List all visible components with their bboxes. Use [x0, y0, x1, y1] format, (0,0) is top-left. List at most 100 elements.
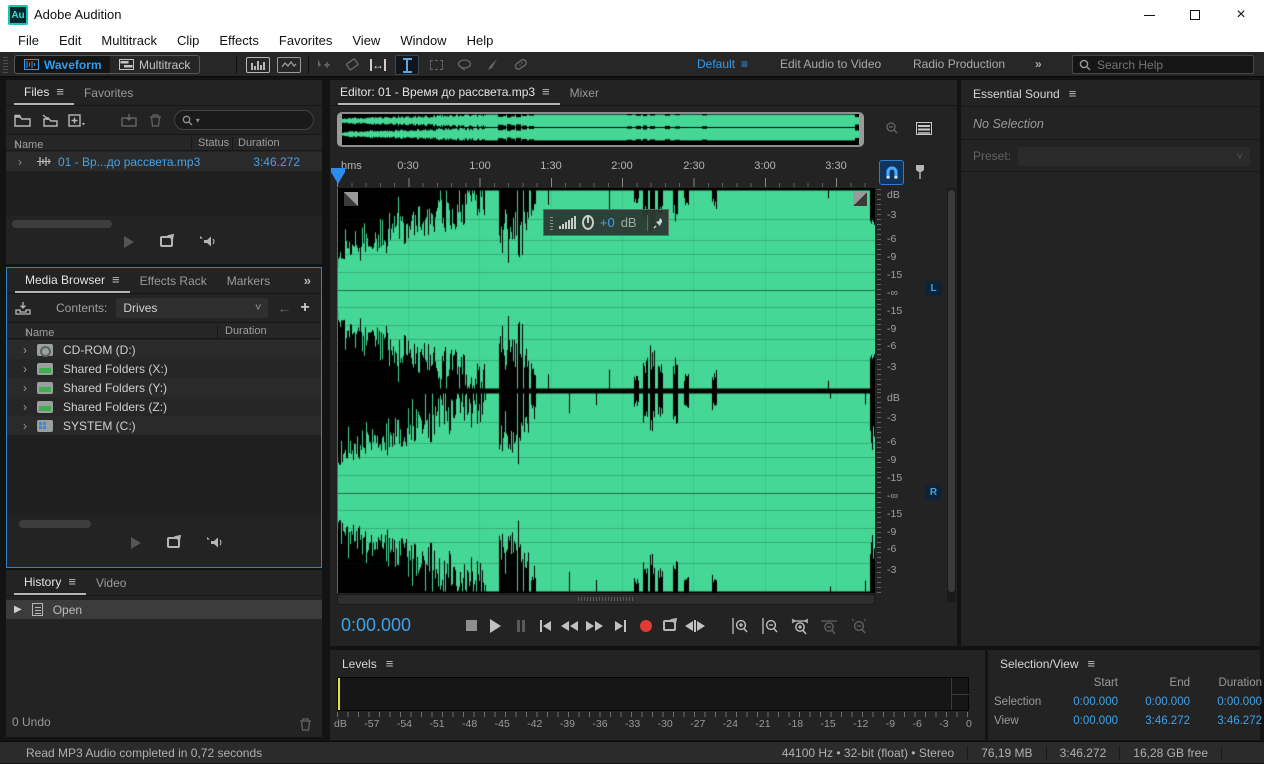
overview-bar[interactable]	[337, 112, 864, 147]
playhead-caret[interactable]	[331, 172, 345, 184]
record-button[interactable]	[634, 614, 657, 637]
ibeam-tool-button[interactable]	[395, 55, 419, 75]
search-help-box[interactable]	[1072, 55, 1254, 74]
expand-chevron-icon[interactable]: ›	[23, 381, 27, 395]
back-icon[interactable]: ←	[277, 300, 291, 316]
workspace-tab-default[interactable]: Default	[697, 57, 735, 71]
razor-tool-button[interactable]	[340, 55, 364, 75]
files-scrollbar[interactable]	[12, 220, 112, 228]
waveform-view-button[interactable]	[246, 57, 270, 73]
drive-row[interactable]: › Shared Folders (Z:)	[7, 397, 321, 416]
waveform-area[interactable]: +0 dB	[337, 188, 875, 593]
history-row[interactable]: ▶ Open	[6, 600, 322, 619]
channel-left-badge[interactable]: L	[925, 281, 942, 296]
drive-row[interactable]: › SYSTEM (C:)	[7, 416, 321, 435]
loop-playback-button[interactable]	[658, 614, 681, 637]
timeline-ruler[interactable]: hms 0:301:001:302:002:303:003:30	[330, 157, 957, 188]
workspace-tab-radio[interactable]: Radio Production	[913, 57, 1005, 71]
file-row[interactable]: › 01 - Вр...до рассвета.mp3 3:46.272	[6, 152, 322, 171]
expand-chevron-icon[interactable]: ›	[23, 343, 27, 357]
menu-item[interactable]: View	[342, 30, 390, 52]
tab-video[interactable]: Video	[86, 570, 136, 595]
horizontal-scrollbar[interactable]	[337, 594, 875, 605]
files-column-header[interactable]: Name ↑ Status Duration	[6, 134, 322, 151]
fade-out-handle[interactable]	[853, 192, 867, 206]
media-column-header[interactable]: Name ↑ Duration	[7, 322, 321, 339]
open-file-icon[interactable]	[14, 111, 32, 129]
gain-value[interactable]: +0	[600, 215, 615, 230]
trash-icon[interactable]	[299, 718, 312, 731]
drive-row[interactable]: › CD-ROM (D:)	[7, 340, 321, 359]
panel-menu-icon[interactable]: ≡	[542, 84, 550, 99]
rewind-button[interactable]	[558, 614, 581, 637]
time-selection-tool-button[interactable]: ↔	[366, 55, 390, 75]
fade-in-handle[interactable]	[344, 192, 358, 206]
maximize-button[interactable]	[1172, 0, 1218, 30]
zoom-out-full-icon[interactable]	[880, 118, 904, 138]
files-search-box[interactable]: ▾	[174, 110, 314, 130]
search-options-icon[interactable]: ▾	[196, 116, 200, 125]
drive-row[interactable]: › Shared Folders (X:)	[7, 359, 321, 378]
tab-markers[interactable]: Markers	[217, 268, 280, 293]
marquee-tool-button[interactable]	[424, 55, 448, 75]
export-icon[interactable]	[120, 111, 138, 129]
toolbar-grip[interactable]	[3, 56, 8, 73]
add-shortcut-icon[interactable]: +	[300, 299, 309, 317]
spot-healing-brush-button[interactable]	[508, 55, 532, 75]
tab-favorites[interactable]: Favorites	[74, 80, 143, 105]
zoom-to-selection-button[interactable]	[788, 614, 811, 637]
marker-icon[interactable]	[908, 162, 932, 182]
skip-to-start-button[interactable]	[534, 614, 557, 637]
move-tool-button[interactable]	[312, 55, 336, 75]
menu-item[interactable]: File	[8, 30, 49, 52]
preview-loop-icon[interactable]	[160, 236, 173, 247]
selection-end[interactable]: 0:00.000	[1118, 696, 1190, 708]
selection-duration[interactable]: 0:00.000	[1190, 696, 1262, 708]
hud-drag-handle[interactable]	[550, 215, 553, 230]
selection-start[interactable]: 0:00.000	[1052, 696, 1118, 708]
menu-item[interactable]: Multitrack	[91, 30, 167, 52]
lasso-tool-button[interactable]	[452, 55, 476, 75]
zoom-out-time-button[interactable]	[758, 614, 781, 637]
menu-item[interactable]: Help	[457, 30, 504, 52]
workspace-overflow-icon[interactable]: »	[1035, 57, 1042, 71]
tab-effects-rack[interactable]: Effects Rack	[130, 268, 217, 293]
tab-history[interactable]: History≡	[14, 570, 86, 595]
menu-item[interactable]: Window	[390, 30, 456, 52]
waveform-display[interactable]	[337, 188, 875, 593]
tab-media-browser[interactable]: Media Browser≡	[15, 268, 130, 293]
drive-row[interactable]: › Shared Folders (Y:)	[7, 378, 321, 397]
fast-forward-button[interactable]	[583, 614, 606, 637]
new-file-icon[interactable]	[68, 111, 86, 129]
import-media-icon[interactable]	[15, 299, 33, 317]
panel-menu-icon[interactable]: ≡	[1069, 86, 1077, 101]
play-button[interactable]	[484, 614, 507, 637]
pin-icon[interactable]	[653, 217, 662, 229]
amplitude-ruler[interactable]: dB-3-6-9-15-∞-15-9-6-3 dB-3-6-9-15-∞-15-…	[875, 188, 945, 593]
panel-menu-icon[interactable]: ≡	[386, 656, 394, 671]
gain-knob[interactable]	[582, 215, 594, 230]
scrollbar-grip[interactable]	[578, 597, 634, 601]
preset-dropdown[interactable]: ˅	[1018, 147, 1250, 166]
preview-loop-icon[interactable]	[167, 537, 180, 548]
search-help-input[interactable]	[1097, 58, 1237, 72]
brush-tool-button[interactable]	[480, 55, 504, 75]
pause-button[interactable]	[509, 614, 532, 637]
close-button[interactable]: ×	[1218, 0, 1264, 30]
workspace-tab-edit-audio[interactable]: Edit Audio to Video	[780, 57, 881, 71]
panel-menu-icon[interactable]: ≡	[1088, 656, 1096, 671]
media-scrollbar[interactable]	[19, 520, 91, 528]
view-start[interactable]: 0:00.000	[1052, 715, 1118, 727]
time-display[interactable]: 0:00.000	[341, 615, 411, 636]
tab-editor[interactable]: Editor: 01 - Время до рассвета.mp3≡	[338, 80, 560, 105]
contents-dropdown[interactable]: Drives ˅	[116, 298, 268, 318]
tab-files[interactable]: Files≡	[14, 80, 74, 105]
menu-item[interactable]: Favorites	[269, 30, 342, 52]
skip-to-end-button[interactable]	[609, 614, 632, 637]
spectral-view-button[interactable]	[277, 57, 301, 73]
overview-waveform[interactable]	[342, 114, 859, 141]
trash-icon[interactable]	[147, 111, 165, 129]
playhead-line[interactable]	[337, 188, 338, 593]
preview-play-icon[interactable]	[124, 236, 134, 248]
skip-selection-button[interactable]	[683, 614, 706, 637]
